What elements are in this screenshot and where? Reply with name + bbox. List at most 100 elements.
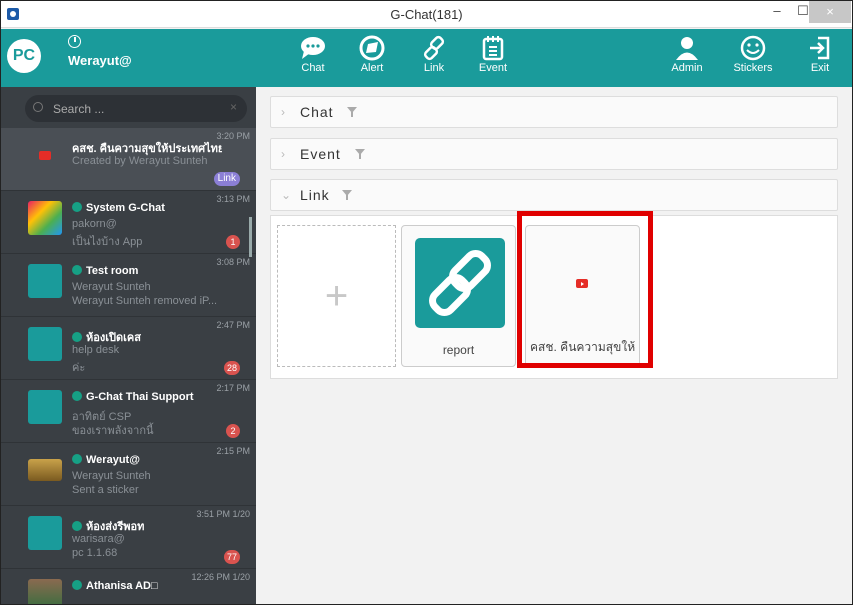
- conversation-preview: เป็นไงบ้าง App: [72, 236, 143, 248]
- group-avatar: [28, 264, 62, 298]
- section-title: Event: [300, 146, 341, 162]
- conversation-sender: Werayut Sunteh: [72, 470, 151, 482]
- conversation-item[interactable]: ห้องเปิดเคส help desk ค่ะ 2:47 PM 28: [1, 317, 256, 380]
- link-caption: report: [442, 343, 475, 357]
- filter-icon[interactable]: [342, 190, 352, 200]
- current-username: Werayut@: [68, 53, 132, 68]
- conversation-name: G-Chat Thai Support: [72, 391, 222, 403]
- toolbar-alert-label: Alert: [360, 62, 384, 74]
- toolbar-link-label: Link: [423, 62, 445, 74]
- toolbar-link-button[interactable]: Link: [409, 33, 459, 74]
- section-link-header[interactable]: ⌄ Link: [270, 179, 838, 211]
- toolbar-chat-button[interactable]: Chat: [288, 33, 338, 74]
- window-title: G-Chat(181): [390, 7, 463, 22]
- search-box: ×: [25, 95, 247, 122]
- close-button[interactable]: ×: [809, 1, 851, 23]
- user-icon: [72, 332, 82, 342]
- unread-badge: 77: [223, 550, 240, 564]
- chat-icon: [301, 37, 325, 59]
- user-icon: [72, 265, 82, 275]
- link-badge: Link: [213, 172, 240, 186]
- user-photo-avatar: [28, 579, 62, 604]
- filter-icon[interactable]: [355, 149, 365, 159]
- add-link-button[interactable]: +: [277, 225, 396, 367]
- unread-badge: 28: [223, 361, 240, 375]
- calendar-icon: [482, 36, 504, 61]
- conversation-time: 12:26 PM 1/20: [191, 572, 250, 582]
- user-icon: [72, 391, 82, 401]
- toolbar-alert-button[interactable]: Alert: [347, 33, 397, 74]
- conversation-time: 2:17 PM: [216, 383, 250, 393]
- toolbar-exit-button[interactable]: Exit: [795, 33, 845, 74]
- conversation-preview: ของเราพลังจากนี้: [72, 425, 154, 437]
- group-avatar: [28, 390, 62, 424]
- conversation-time: 3:13 PM: [216, 194, 250, 204]
- clear-search-icon[interactable]: ×: [230, 100, 237, 114]
- link-thumbnail: [415, 238, 505, 328]
- minimize-button[interactable]: –: [764, 1, 790, 23]
- pc-logo: PC: [7, 39, 41, 73]
- conversation-name: Werayut@: [72, 454, 222, 466]
- link-card[interactable]: report: [401, 225, 516, 367]
- search-input[interactable]: [53, 100, 223, 117]
- gchat-window: G-Chat(181) – ☐ × PC Werayut@ Chat Alert…: [0, 0, 853, 605]
- conversation-sender: Werayut Sunteh: [72, 281, 151, 293]
- conversation-item[interactable]: Werayut@ Werayut Sunteh Sent a sticker 2…: [1, 443, 256, 506]
- toolbar-event-button[interactable]: Event: [468, 33, 518, 74]
- youtube-icon: [39, 151, 51, 160]
- admin-icon: [676, 37, 698, 60]
- filter-icon[interactable]: [347, 107, 357, 117]
- toolbar-stickers-button[interactable]: Stickers: [728, 33, 778, 74]
- conversation-item[interactable]: G-Chat Thai Support อาทิตย์ CSP ของเราพล…: [1, 380, 256, 443]
- conversation-subtitle: Created by Werayut Sunteh: [72, 155, 208, 167]
- conversation-time: 3:51 PM 1/20: [196, 509, 250, 519]
- chevron-right-icon: ›: [281, 147, 285, 161]
- section-event-header[interactable]: › Event: [270, 138, 838, 170]
- link-icon: [423, 35, 445, 61]
- conversation-item[interactable]: Athanisa AD□ 12:26 PM 1/20: [1, 569, 256, 604]
- alert-icon: [359, 35, 385, 61]
- conversation-item[interactable]: Test room Werayut Sunteh Werayut Sunteh …: [1, 254, 256, 317]
- smiley-icon: [740, 35, 766, 61]
- title-bar: G-Chat(181) – ☐ ×: [1, 1, 852, 28]
- toolbar-event-label: Event: [478, 62, 508, 74]
- conversation-sender: pakorn@: [72, 218, 117, 230]
- toolbar-stickers-label: Stickers: [733, 62, 773, 74]
- conversation-time: 2:47 PM: [216, 320, 250, 330]
- toolbar-admin-label: Admin: [671, 62, 703, 74]
- conversation-preview: Sent a sticker: [72, 484, 139, 496]
- toolbar-chat-label: Chat: [301, 62, 325, 74]
- conversation-preview: Werayut Sunteh removed iP...: [72, 295, 218, 307]
- clock-icon[interactable]: [68, 35, 81, 48]
- section-title: Link: [300, 187, 330, 203]
- group-avatar: [28, 327, 62, 361]
- user-photo-avatar: [28, 459, 62, 481]
- conversation-name: Test room: [72, 265, 222, 277]
- user-icon: [72, 202, 82, 212]
- conversation-item[interactable]: ห้องส่งรีพอท warisara@ pc 1.1.68 3:51 PM…: [1, 506, 256, 569]
- conversation-time: 3:20 PM: [216, 131, 250, 141]
- conversation-time: 3:08 PM: [216, 257, 250, 267]
- toolbar: PC Werayut@ Chat Alert Link Event Admin …: [1, 29, 852, 87]
- highlight-box: [517, 211, 653, 368]
- chain-link-icon: [429, 250, 491, 316]
- user-icon: [72, 521, 82, 531]
- plus-icon: +: [324, 274, 349, 318]
- conversation-item[interactable]: คสช. คืนความสุขให้ประเทศไทย Created by W…: [1, 128, 256, 191]
- user-icon: [72, 454, 82, 464]
- unread-badge: 1: [226, 235, 240, 249]
- exit-icon: [810, 36, 830, 60]
- toolbar-exit-label: Exit: [810, 62, 830, 74]
- section-chat-header[interactable]: › Chat: [270, 96, 838, 128]
- chevron-right-icon: ›: [281, 105, 285, 119]
- youtube-room-avatar: [28, 138, 62, 172]
- conversation-item[interactable]: System G-Chat pakorn@ เป็นไงบ้าง App 3:1…: [1, 191, 256, 254]
- search-icon: [33, 102, 43, 112]
- system-avatar: [28, 201, 62, 235]
- section-title: Chat: [300, 104, 334, 120]
- conversation-sidebar: × คสช. คืนความสุขให้ประเทศไทย Created by…: [1, 87, 256, 604]
- sidebar-scrollbar[interactable]: [249, 217, 252, 257]
- group-avatar: [28, 516, 62, 550]
- conversation-sender: warisara@: [72, 533, 125, 545]
- toolbar-admin-button[interactable]: Admin: [662, 33, 712, 74]
